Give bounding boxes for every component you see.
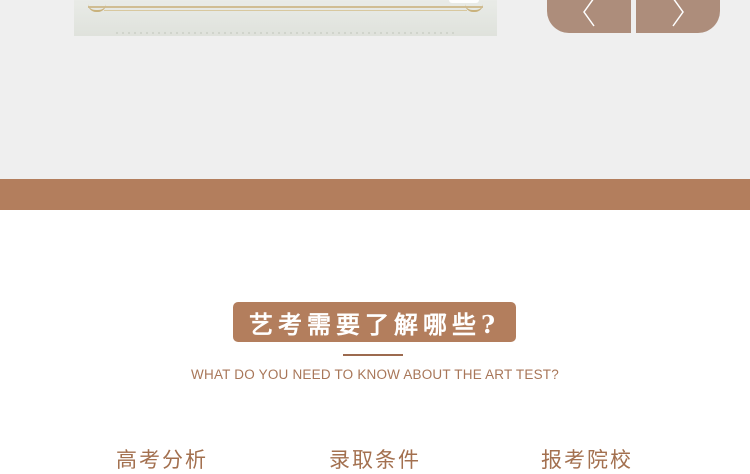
carousel-next-button[interactable] [636, 0, 720, 33]
slide-dotted-line [114, 32, 457, 34]
chevron-right-icon [672, 0, 684, 26]
category-link-schools[interactable]: 报考院校 [517, 444, 657, 474]
frame-border [88, 6, 483, 8]
carousel-prev-button[interactable] [547, 0, 631, 33]
section-divider-band [0, 179, 750, 210]
carousel-area [0, 0, 750, 179]
carousel-slide-image[interactable] [74, 0, 497, 36]
section-subtitle: WHAT DO YOU NEED TO KNOW ABOUT THE ART T… [191, 367, 559, 382]
section-title: 艺考需要了解哪些? [248, 309, 501, 339]
category-link-admission-conditions[interactable]: 录取条件 [305, 444, 445, 474]
slide-highlight [449, 0, 479, 3]
chevron-left-icon [583, 0, 595, 26]
section-title-badge: 艺考需要了解哪些? [233, 302, 516, 342]
category-link-exam-analysis[interactable]: 高考分析 [92, 444, 232, 474]
title-underline [343, 354, 403, 356]
frame-border [104, 10, 467, 11]
